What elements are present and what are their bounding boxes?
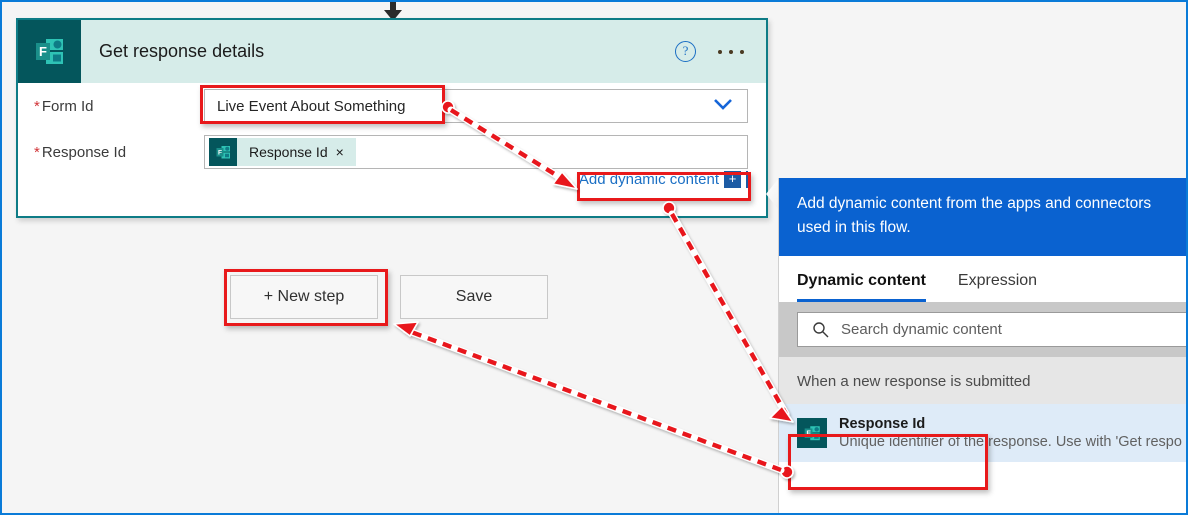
flow-designer-screenshot: F Get response details ? * Form Id Live E… <box>0 0 1188 515</box>
svg-text:F: F <box>218 149 222 156</box>
form-id-input[interactable]: Live Event About Something <box>204 89 748 123</box>
microsoft-forms-icon: F <box>797 418 827 448</box>
save-button[interactable]: Save <box>400 275 548 319</box>
panel-search-bar: Search dynamic content <box>779 302 1186 357</box>
microsoft-forms-icon: F <box>18 20 81 83</box>
response-id-input[interactable]: F Response Id × <box>204 135 748 169</box>
tab-expression[interactable]: Expression <box>958 272 1037 302</box>
add-dynamic-content-link[interactable]: Add dynamic content <box>579 171 719 188</box>
field-row-response-id: * Response Id F Response Id × <box>18 129 766 175</box>
dynamic-content-item-text: Response Id Unique identifier of the res… <box>839 416 1182 450</box>
search-icon <box>812 321 829 338</box>
dynamic-content-panel: Add dynamic content from the apps and co… <box>778 178 1186 513</box>
panel-callout-text: Add dynamic content from the apps and co… <box>779 178 1186 256</box>
help-circle-icon[interactable]: ? <box>675 41 696 62</box>
token-label: Response Id <box>249 144 328 160</box>
close-x-icon[interactable]: × <box>334 145 356 159</box>
action-card-header-actions: ? <box>675 20 756 83</box>
svg-text:F: F <box>806 428 811 437</box>
dynamic-content-item-title: Response Id <box>839 416 926 432</box>
plus-icon[interactable]: + <box>724 171 741 188</box>
action-card-title: Get response details <box>99 41 265 61</box>
dynamic-content-token-response-id[interactable]: F Response Id × <box>209 138 356 166</box>
panel-tabs: Dynamic content Expression <box>779 256 1186 302</box>
dynamic-content-group-header: When a new response is submitted <box>779 357 1186 404</box>
dynamic-content-item-description: Unique identifier of the response. Use w… <box>839 434 1182 450</box>
field-label-form-id: * Form Id <box>34 97 94 115</box>
action-card-get-response-details: F Get response details ? * Form Id Live E… <box>16 18 768 218</box>
required-marker: * <box>34 97 40 115</box>
microsoft-forms-icon: F <box>209 138 237 166</box>
tab-dynamic-content[interactable]: Dynamic content <box>797 272 926 302</box>
text-caret <box>746 171 748 188</box>
dynamic-content-item-response-id[interactable]: F Response Id Unique identifier of the r… <box>779 404 1186 462</box>
designer-action-buttons: + New step Save <box>230 275 548 319</box>
search-input[interactable]: Search dynamic content <box>797 312 1186 347</box>
action-card-body: * Form Id Live Event About Something * Res… <box>18 83 766 188</box>
action-card-header: F Get response details ? <box>18 20 766 83</box>
arrow-add-dynamic-content-to-response-id-item <box>662 201 794 423</box>
required-marker: * <box>34 143 40 161</box>
form-id-value: Live Event About Something <box>217 97 406 115</box>
new-step-button[interactable]: + New step <box>230 275 378 319</box>
more-options-ellipsis-icon[interactable] <box>718 49 756 54</box>
svg-text:F: F <box>39 44 47 59</box>
add-dynamic-content-row[interactable]: Add dynamic content + <box>579 171 748 188</box>
chevron-down-icon[interactable] <box>713 98 733 116</box>
field-row-form-id: * Form Id Live Event About Something <box>18 83 766 129</box>
field-label-response-id: * Response Id <box>34 143 127 161</box>
arrow-response-id-item-to-new-step <box>393 321 794 479</box>
search-placeholder: Search dynamic content <box>841 321 1002 338</box>
